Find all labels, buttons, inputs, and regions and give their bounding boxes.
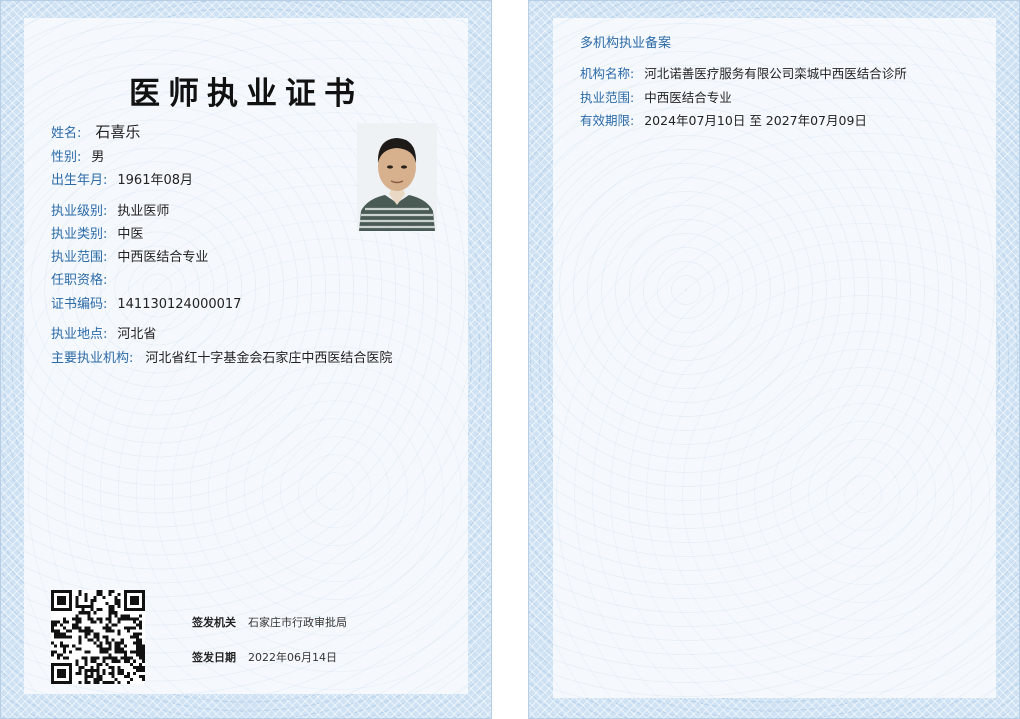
field-name: 姓名: 石喜乐 — [51, 121, 140, 142]
field-institution-name: 机构名称: 河北诺善医疗服务有限公司栾城中西医结合诊所 — [580, 63, 907, 82]
doctor-photo — [357, 123, 437, 231]
field-qualification-label: 任职资格: — [51, 273, 108, 288]
field-name-value: 石喜乐 — [95, 123, 141, 141]
field-location-label: 执业地点: — [51, 327, 108, 342]
field-practice-scope: 执业范围: 中西医结合专业 — [580, 87, 732, 106]
field-category: 执业类别: 中医 — [51, 223, 143, 242]
field-cert-code-label: 证书编码: — [51, 297, 108, 312]
qr-code — [51, 590, 145, 684]
field-name-label: 姓名: — [51, 126, 82, 141]
issue-date-value: 2022年06月14日 — [248, 651, 337, 664]
multi-institution-heading: 多机构执业备案 — [580, 36, 672, 51]
multi-institution-page: 多机构执业备案 机构名称: 河北诺善医疗服务有限公司栾城中西医结合诊所 执业范围:… — [528, 0, 1020, 719]
field-birth-label: 出生年月: — [51, 173, 108, 188]
issuing-authority-value: 石家庄市行政审批局 — [248, 616, 347, 629]
multi-institution-body: 多机构执业备案 机构名称: 河北诺善医疗服务有限公司栾城中西医结合诊所 执业范围:… — [553, 18, 996, 698]
field-level: 执业级别: 执业医师 — [51, 200, 169, 219]
field-gender-label: 性别: — [51, 150, 82, 165]
field-institution: 主要执业机构: 河北省红十字基金会石家庄中西医结合医院 — [51, 347, 392, 366]
field-cert-code: 证书编码: 141130124000017 — [51, 293, 241, 312]
field-cert-code-value: 141130124000017 — [117, 297, 242, 312]
field-level-label: 执业级别: — [51, 204, 108, 219]
field-validity-value: 2024年07月10日 至 2027年07月09日 — [644, 113, 867, 128]
field-practice-scope-label: 执业范围: — [580, 90, 635, 105]
field-scope: 执业范围: 中西医结合专业 — [51, 246, 208, 265]
field-practice-scope-value: 中西医结合专业 — [644, 90, 732, 105]
field-scope-label: 执业范围: — [51, 250, 108, 265]
issuing-authority-label: 签发机关 — [192, 616, 236, 629]
issue-date-label: 签发日期 — [192, 651, 236, 664]
issuing-authority: 签发机关 石家庄市行政审批局 — [192, 614, 347, 630]
field-institution-value: 河北省红十字基金会石家庄中西医结合医院 — [145, 351, 393, 366]
field-location: 执业地点: 河北省 — [51, 323, 156, 342]
issue-date: 签发日期 2022年06月14日 — [192, 649, 337, 665]
field-location-value: 河北省 — [117, 327, 157, 342]
field-institution-name-label: 机构名称: — [580, 66, 635, 81]
field-validity-label: 有效期限: — [580, 113, 635, 128]
field-level-value: 执业医师 — [117, 204, 170, 219]
certificate-title: 医师执业证书 — [129, 76, 363, 112]
field-institution-name-value: 河北诺善医疗服务有限公司栾城中西医结合诊所 — [644, 66, 907, 81]
field-category-value: 中医 — [117, 227, 144, 242]
field-gender: 性别: 男 — [51, 146, 104, 165]
certificate-body: 医师执业证书 姓名: 石喜乐 性别: 男 出生年月: 1961年08月 执业级别: 执业… — [24, 18, 468, 694]
field-validity: 有效期限: 2024年07月10日 至 2027年07月09日 — [580, 110, 867, 129]
field-birth: 出生年月: 1961年08月 — [51, 169, 193, 188]
certificate-page: 医师执业证书 姓名: 石喜乐 性别: 男 出生年月: 1961年08月 执业级别: 执业… — [0, 0, 492, 719]
field-birth-value: 1961年08月 — [117, 173, 194, 188]
field-institution-label: 主要执业机构: — [51, 351, 134, 366]
field-scope-value: 中西医结合专业 — [117, 250, 209, 265]
field-gender-value: 男 — [91, 150, 105, 165]
field-category-label: 执业类别: — [51, 227, 108, 242]
field-qualification: 任职资格: — [51, 269, 117, 288]
